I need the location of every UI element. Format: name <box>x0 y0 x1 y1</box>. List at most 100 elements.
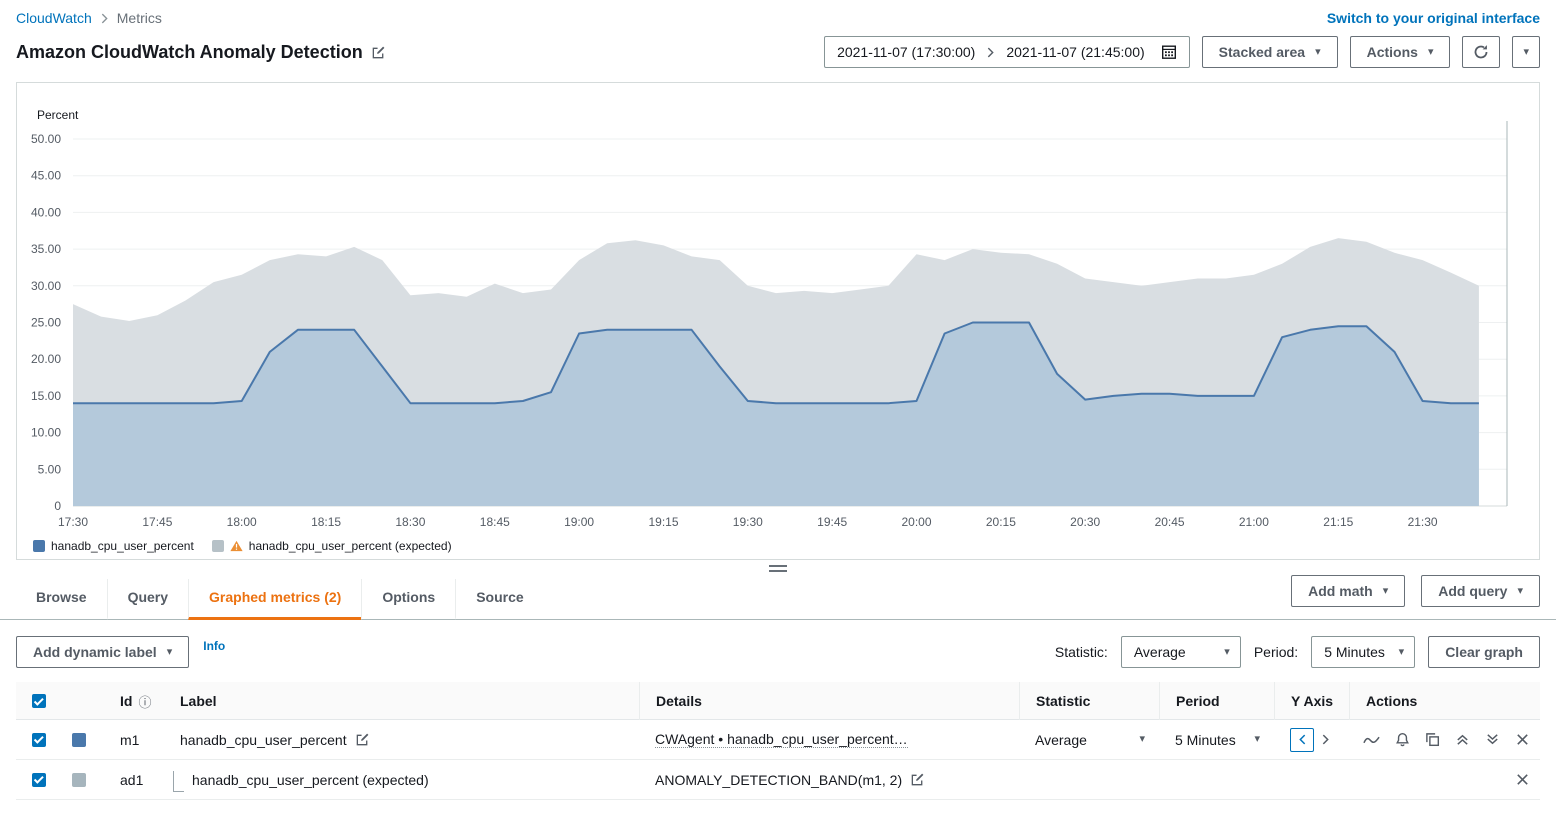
svg-text:15.00: 15.00 <box>31 389 61 403</box>
breadcrumb-metrics: Metrics <box>117 10 162 26</box>
refresh-icon <box>1473 44 1489 60</box>
details-column-header: Details <box>639 682 1019 720</box>
info-link[interactable]: Info <box>203 639 225 653</box>
date-range-chevron-icon <box>987 47 994 58</box>
tab-actions: Add math ▾ Add query ▾ <box>1291 575 1540 619</box>
legend-color-swatch <box>33 540 45 552</box>
svg-text:19:45: 19:45 <box>817 515 847 529</box>
tab-options[interactable]: Options <box>361 579 455 620</box>
clear-graph-label: Clear graph <box>1445 644 1523 660</box>
add-math-dropdown[interactable]: Add math ▾ <box>1291 575 1405 607</box>
date-from[interactable]: 2021-11-07 (17:30:00) <box>837 44 975 60</box>
page-title: Amazon CloudWatch Anomaly Detection <box>16 42 363 63</box>
svg-text:25.00: 25.00 <box>31 316 61 330</box>
edit-label-icon[interactable] <box>355 732 370 747</box>
chart-legend: hanadb_cpu_user_percent hanadb_cpu_user_… <box>33 539 1539 553</box>
y-axis-column-header: Y Axis <box>1274 682 1349 720</box>
row-checkbox[interactable] <box>32 773 46 787</box>
svg-text:18:30: 18:30 <box>395 515 425 529</box>
y-axis-left-button[interactable] <box>1290 728 1314 752</box>
remove-icon[interactable] <box>1515 732 1530 747</box>
chevron-down-icon: ▾ <box>167 647 173 658</box>
refresh-button[interactable] <box>1462 36 1500 68</box>
period-label: Period: <box>1254 644 1298 660</box>
metric-id: ad1 <box>104 772 164 788</box>
metric-label: hanadb_cpu_user_percent <box>180 732 347 748</box>
edit-title-icon[interactable] <box>371 45 386 60</box>
add-query-dropdown[interactable]: Add query ▾ <box>1421 575 1540 607</box>
tab-graphed-metrics[interactable]: Graphed metrics (2) <box>188 579 361 620</box>
row-period-select[interactable]: 5 Minutes ▾ <box>1159 732 1274 748</box>
chevron-down-icon: ▾ <box>1224 647 1230 658</box>
breadcrumb: CloudWatch Metrics Switch to your origin… <box>0 0 1556 28</box>
move-up-icon[interactable] <box>1455 732 1470 747</box>
row-statistic-select[interactable]: Average ▾ <box>1019 732 1159 748</box>
tab-source[interactable]: Source <box>455 579 543 620</box>
add-dynamic-label-text: Add dynamic label <box>33 644 157 660</box>
stacked-area-chart: 50.0045.0040.0035.0030.0025.0020.0015.00… <box>17 89 1517 537</box>
view-mode-dropdown[interactable]: Stacked area ▾ <box>1202 36 1338 68</box>
move-down-icon[interactable] <box>1485 732 1500 747</box>
tree-connector <box>173 771 184 792</box>
metric-id: m1 <box>104 732 164 748</box>
view-mode-value: Stacked area <box>1219 44 1305 60</box>
date-range-picker[interactable]: 2021-11-07 (17:30:00) 2021-11-07 (21:45:… <box>824 36 1190 68</box>
svg-text:50.00: 50.00 <box>31 132 61 146</box>
legend-item-expected[interactable]: hanadb_cpu_user_percent (expected) <box>212 539 452 553</box>
date-to[interactable]: 2021-11-07 (21:45:00) <box>1006 44 1144 60</box>
svg-text:35.00: 35.00 <box>31 242 61 256</box>
chevron-down-icon: ▾ <box>1517 586 1523 597</box>
id-column-header: Id ⓘ <box>104 692 164 711</box>
row-checkbox[interactable] <box>32 733 46 747</box>
row-actions <box>1349 772 1540 787</box>
svg-text:19:15: 19:15 <box>648 515 678 529</box>
table-row: ad1 hanadb_cpu_user_percent (expected) A… <box>16 760 1540 800</box>
svg-text:5.00: 5.00 <box>38 462 62 476</box>
id-info-icon[interactable]: ⓘ <box>138 692 151 711</box>
select-all-checkbox[interactable] <box>32 694 46 708</box>
row-actions <box>1349 732 1540 747</box>
svg-text:30.00: 30.00 <box>31 279 61 293</box>
graph-controls: 2021-11-07 (17:30:00) 2021-11-07 (21:45:… <box>824 36 1540 68</box>
clear-graph-button[interactable]: Clear graph <box>1428 636 1540 668</box>
add-dynamic-label-dropdown[interactable]: Add dynamic label ▾ <box>16 636 189 668</box>
switch-interface-link[interactable]: Switch to your original interface <box>1327 10 1540 26</box>
chevron-down-icon: ▾ <box>1315 47 1321 58</box>
y-axis-right-button[interactable] <box>1322 734 1329 745</box>
svg-text:18:15: 18:15 <box>311 515 341 529</box>
edit-expression-icon[interactable] <box>910 772 925 787</box>
add-math-label: Add math <box>1308 583 1373 599</box>
remove-icon[interactable] <box>1515 772 1530 787</box>
svg-text:0: 0 <box>54 499 61 513</box>
chevron-down-icon: ▾ <box>1254 734 1260 745</box>
svg-text:21:00: 21:00 <box>1239 515 1269 529</box>
svg-text:21:30: 21:30 <box>1408 515 1438 529</box>
metric-color-swatch[interactable] <box>72 773 86 787</box>
svg-text:10.00: 10.00 <box>31 426 61 440</box>
period-select[interactable]: 5 Minutes ▾ <box>1311 636 1415 668</box>
svg-text:45.00: 45.00 <box>31 169 61 183</box>
breadcrumb-cloudwatch-link[interactable]: CloudWatch <box>16 10 92 26</box>
graphed-metrics-toolbar: Add dynamic label ▾ Info Statistic: Aver… <box>0 620 1556 682</box>
sparkline-icon[interactable] <box>1363 734 1380 746</box>
duplicate-icon[interactable] <box>1425 732 1440 747</box>
metric-details[interactable]: CWAgent • hanadb_cpu_user_percent… <box>655 731 908 748</box>
metric-color-swatch[interactable] <box>72 733 86 747</box>
svg-text:19:30: 19:30 <box>733 515 763 529</box>
row-statistic-value: Average <box>1035 732 1087 748</box>
label-column-header: Label <box>164 693 639 709</box>
svg-text:21:15: 21:15 <box>1323 515 1353 529</box>
panel-resize-handle[interactable] <box>769 565 787 572</box>
chevron-down-icon: ▾ <box>1428 47 1434 58</box>
tab-browse[interactable]: Browse <box>16 579 107 620</box>
graphed-metrics-table: Id ⓘ Label Details Statistic Period Y Ax… <box>16 682 1540 800</box>
svg-text:17:30: 17:30 <box>58 515 88 529</box>
statistic-select[interactable]: Average ▾ <box>1121 636 1241 668</box>
refresh-interval-dropdown[interactable]: ▾ <box>1512 36 1540 68</box>
tab-query[interactable]: Query <box>107 579 188 620</box>
table-row: m1 hanadb_cpu_user_percent CWAgent • han… <box>16 720 1540 760</box>
legend-item-actual[interactable]: hanadb_cpu_user_percent <box>33 539 194 553</box>
create-alarm-bell-icon[interactable] <box>1395 732 1410 747</box>
actions-dropdown[interactable]: Actions ▾ <box>1350 36 1451 68</box>
calendar-icon[interactable] <box>1161 44 1177 60</box>
